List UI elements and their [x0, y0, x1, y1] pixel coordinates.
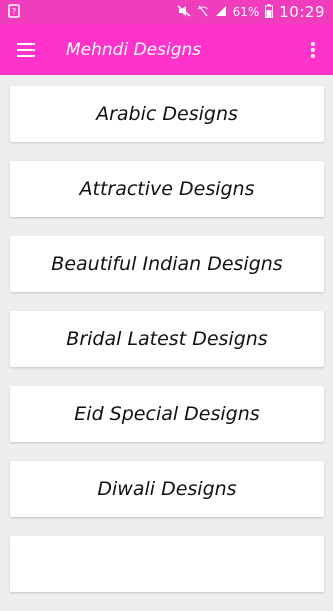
- category-card-eid-special[interactable]: Eid Special Designs: [10, 386, 324, 442]
- category-card-arabic[interactable]: Arabic Designs: [10, 86, 324, 142]
- category-label: Arabic Designs: [96, 103, 238, 125]
- category-list: Arabic Designs Attractive Designs Beauti…: [10, 86, 324, 611]
- category-card-beautiful-indian[interactable]: Beautiful Indian Designs: [10, 236, 324, 292]
- overflow-menu-icon[interactable]: [293, 24, 333, 75]
- notification-icon: ?: [8, 3, 28, 22]
- category-label: Bridal Latest Designs: [66, 328, 268, 350]
- category-label: Diwali Designs: [97, 478, 237, 500]
- category-label: Attractive Designs: [79, 178, 255, 200]
- category-card-partial[interactable]: [10, 536, 324, 592]
- svg-text:?: ?: [12, 7, 16, 16]
- signal-icon: [215, 5, 227, 20]
- category-card-attractive[interactable]: Attractive Designs: [10, 161, 324, 217]
- battery-icon: [265, 3, 274, 21]
- wifi-off-icon: [197, 5, 209, 20]
- battery-percent: 61%: [232, 5, 260, 19]
- clock: 10:29: [279, 3, 325, 21]
- app-bar: Mehndi Designs: [0, 24, 333, 75]
- category-card-diwali[interactable]: Diwali Designs: [10, 461, 324, 517]
- status-bar: ? 61% 10:29: [0, 0, 333, 24]
- category-label: Beautiful Indian Designs: [51, 253, 283, 275]
- category-label: Eid Special Designs: [74, 403, 260, 425]
- mute-icon: [177, 4, 191, 20]
- app-title: Mehndi Designs: [66, 39, 202, 60]
- hamburger-menu-icon[interactable]: [0, 24, 52, 75]
- category-card-bridal-latest[interactable]: Bridal Latest Designs: [10, 311, 324, 367]
